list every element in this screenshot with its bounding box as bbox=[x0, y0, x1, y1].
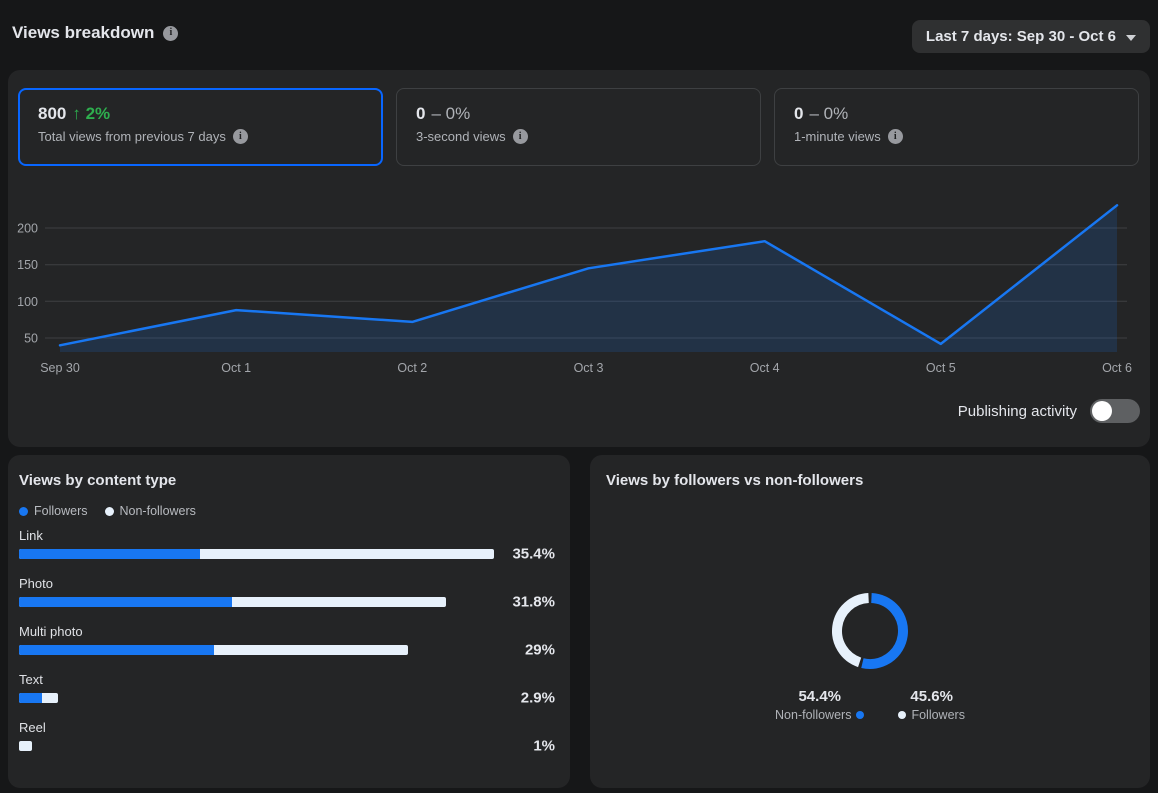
legend-item-followers: Followers bbox=[19, 504, 88, 518]
chevron-down-icon bbox=[1126, 35, 1136, 41]
toggle-knob bbox=[1092, 401, 1112, 421]
publishing-activity-label: Publishing activity bbox=[958, 403, 1077, 420]
panel-title: Views by followers vs non-followers bbox=[606, 471, 1134, 490]
content-type-label: Photo bbox=[19, 576, 555, 591]
content-type-bar-line: 29% bbox=[19, 645, 555, 655]
followers-bar-segment bbox=[19, 597, 232, 607]
stat-delta: – 0% bbox=[431, 104, 470, 123]
content-type-label: Multi photo bbox=[19, 624, 555, 639]
date-range-label: Last 7 days: Sep 30 - Oct 6 bbox=[926, 28, 1116, 45]
info-icon[interactable]: i bbox=[888, 129, 903, 144]
stat-label-row: 3-second views i bbox=[416, 129, 741, 144]
stat-delta: – 0% bbox=[809, 104, 848, 123]
followers-donut-chart bbox=[820, 581, 920, 681]
stat-label: Non-followers bbox=[775, 708, 851, 722]
svg-text:Oct 5: Oct 5 bbox=[926, 361, 956, 375]
stat-delta: ↑ 2% bbox=[72, 104, 110, 123]
panel-title: Views by content type bbox=[19, 471, 555, 490]
svg-text:Sep 30: Sep 30 bbox=[40, 361, 80, 375]
svg-text:Oct 1: Oct 1 bbox=[221, 361, 251, 375]
stat-label-row: 1-minute views i bbox=[794, 129, 1119, 144]
content-type-bar bbox=[19, 645, 408, 655]
stat-card-1-minute-views[interactable]: 0 – 0% 1-minute views i bbox=[774, 88, 1139, 166]
content-type-legend: Followers Non-followers bbox=[19, 504, 555, 518]
content-type-value: 2.9% bbox=[521, 690, 555, 707]
svg-text:50: 50 bbox=[24, 332, 38, 346]
legend-item-non-followers: Non-followers bbox=[105, 504, 196, 518]
svg-text:100: 100 bbox=[17, 295, 38, 309]
stat-label-row: Total views from previous 7 days i bbox=[38, 129, 363, 144]
views-by-follow-status-panel: Views by followers vs non-followers 54.4… bbox=[590, 455, 1150, 788]
stat-label-row: Followers bbox=[898, 708, 965, 722]
content-type-bar-line: 31.8% bbox=[19, 597, 555, 607]
page-title: Views breakdown bbox=[12, 23, 154, 43]
content-type-value: 31.8% bbox=[512, 594, 555, 611]
stat-label: 1-minute views bbox=[794, 129, 881, 144]
stat-label: Total views from previous 7 days bbox=[38, 129, 226, 144]
donut-stats: 54.4% Non-followers 45.6% Followers bbox=[606, 689, 1134, 722]
content-type-row: Multi photo 29% bbox=[19, 624, 555, 655]
followers-bar-segment bbox=[19, 549, 200, 559]
svg-text:Oct 6: Oct 6 bbox=[1102, 361, 1132, 375]
legend-label: Non-followers bbox=[120, 504, 196, 518]
non-followers-dot-icon bbox=[105, 507, 114, 516]
followers-bar-segment bbox=[19, 693, 42, 703]
content-type-value: 1% bbox=[533, 738, 555, 755]
stat-card-total-views[interactable]: 800 ↑ 2% Total views from previous 7 days… bbox=[18, 88, 383, 166]
stat-value: 800 bbox=[38, 104, 66, 123]
stat-value: 45.6% bbox=[898, 689, 965, 705]
views-by-content-type-panel: Views by content type Followers Non-foll… bbox=[8, 455, 570, 788]
followers-dot-icon bbox=[898, 711, 906, 719]
svg-text:Oct 4: Oct 4 bbox=[750, 361, 780, 375]
stat-value-row: 0 – 0% bbox=[794, 104, 1119, 124]
stat-label-row: Non-followers bbox=[775, 708, 864, 722]
stat-cards: 800 ↑ 2% Total views from previous 7 days… bbox=[18, 88, 1139, 166]
content-type-value: 29% bbox=[525, 642, 555, 659]
content-type-bar bbox=[19, 693, 58, 703]
content-type-bar-line: 35.4% bbox=[19, 549, 555, 559]
stat-value: 0 bbox=[794, 104, 803, 123]
followers-bar-segment bbox=[19, 645, 214, 655]
svg-text:200: 200 bbox=[17, 222, 38, 236]
info-icon[interactable]: i bbox=[163, 26, 178, 41]
publishing-activity-toggle[interactable] bbox=[1090, 399, 1140, 423]
non-followers-dot-icon bbox=[856, 711, 864, 719]
content-type-label: Reel bbox=[19, 720, 555, 735]
content-type-label: Text bbox=[19, 672, 555, 687]
legend-label: Followers bbox=[34, 504, 88, 518]
stat-label: Followers bbox=[911, 708, 965, 722]
views-breakdown-panel: 800 ↑ 2% Total views from previous 7 days… bbox=[8, 70, 1150, 447]
stat-label: 3-second views bbox=[416, 129, 506, 144]
content-type-bar-line: 2.9% bbox=[19, 693, 555, 703]
content-type-bar bbox=[19, 597, 446, 607]
content-type-bar bbox=[19, 741, 32, 751]
svg-text:Oct 3: Oct 3 bbox=[574, 361, 604, 375]
content-type-row: Text 2.9% bbox=[19, 672, 555, 703]
donut-stat-followers: 45.6% Followers bbox=[898, 689, 965, 722]
views-line-chart: 50 100 150 200 Sep 30 Oct 1 Oct 2 Oct 3 Oct 4 Oct… bbox=[8, 195, 1150, 395]
content-type-row: Reel 1% bbox=[19, 720, 555, 751]
content-type-bars: Link 35.4% Photo 31.8% Multi photo 29% Text 2.9… bbox=[19, 528, 555, 751]
stat-value: 0 bbox=[416, 104, 425, 123]
donut-stat-non-followers: 54.4% Non-followers bbox=[775, 689, 864, 722]
info-icon[interactable]: i bbox=[233, 129, 248, 144]
content-type-bar-line: 1% bbox=[19, 741, 555, 751]
svg-text:150: 150 bbox=[17, 258, 38, 272]
followers-dot-icon bbox=[19, 507, 28, 516]
stat-card-3-second-views[interactable]: 0 – 0% 3-second views i bbox=[396, 88, 761, 166]
content-type-row: Photo 31.8% bbox=[19, 576, 555, 607]
page-title-row: Views breakdown i bbox=[12, 23, 178, 43]
date-range-dropdown[interactable]: Last 7 days: Sep 30 - Oct 6 bbox=[912, 20, 1150, 53]
stat-value-row: 800 ↑ 2% bbox=[38, 104, 363, 124]
svg-text:Oct 2: Oct 2 bbox=[397, 361, 427, 375]
content-type-value: 35.4% bbox=[512, 546, 555, 563]
content-type-label: Link bbox=[19, 528, 555, 543]
content-type-bar bbox=[19, 549, 494, 559]
stat-value-row: 0 – 0% bbox=[416, 104, 741, 124]
content-type-row: Link 35.4% bbox=[19, 528, 555, 559]
publishing-activity-row: Publishing activity bbox=[958, 399, 1140, 423]
stat-value: 54.4% bbox=[775, 689, 864, 705]
info-icon[interactable]: i bbox=[513, 129, 528, 144]
